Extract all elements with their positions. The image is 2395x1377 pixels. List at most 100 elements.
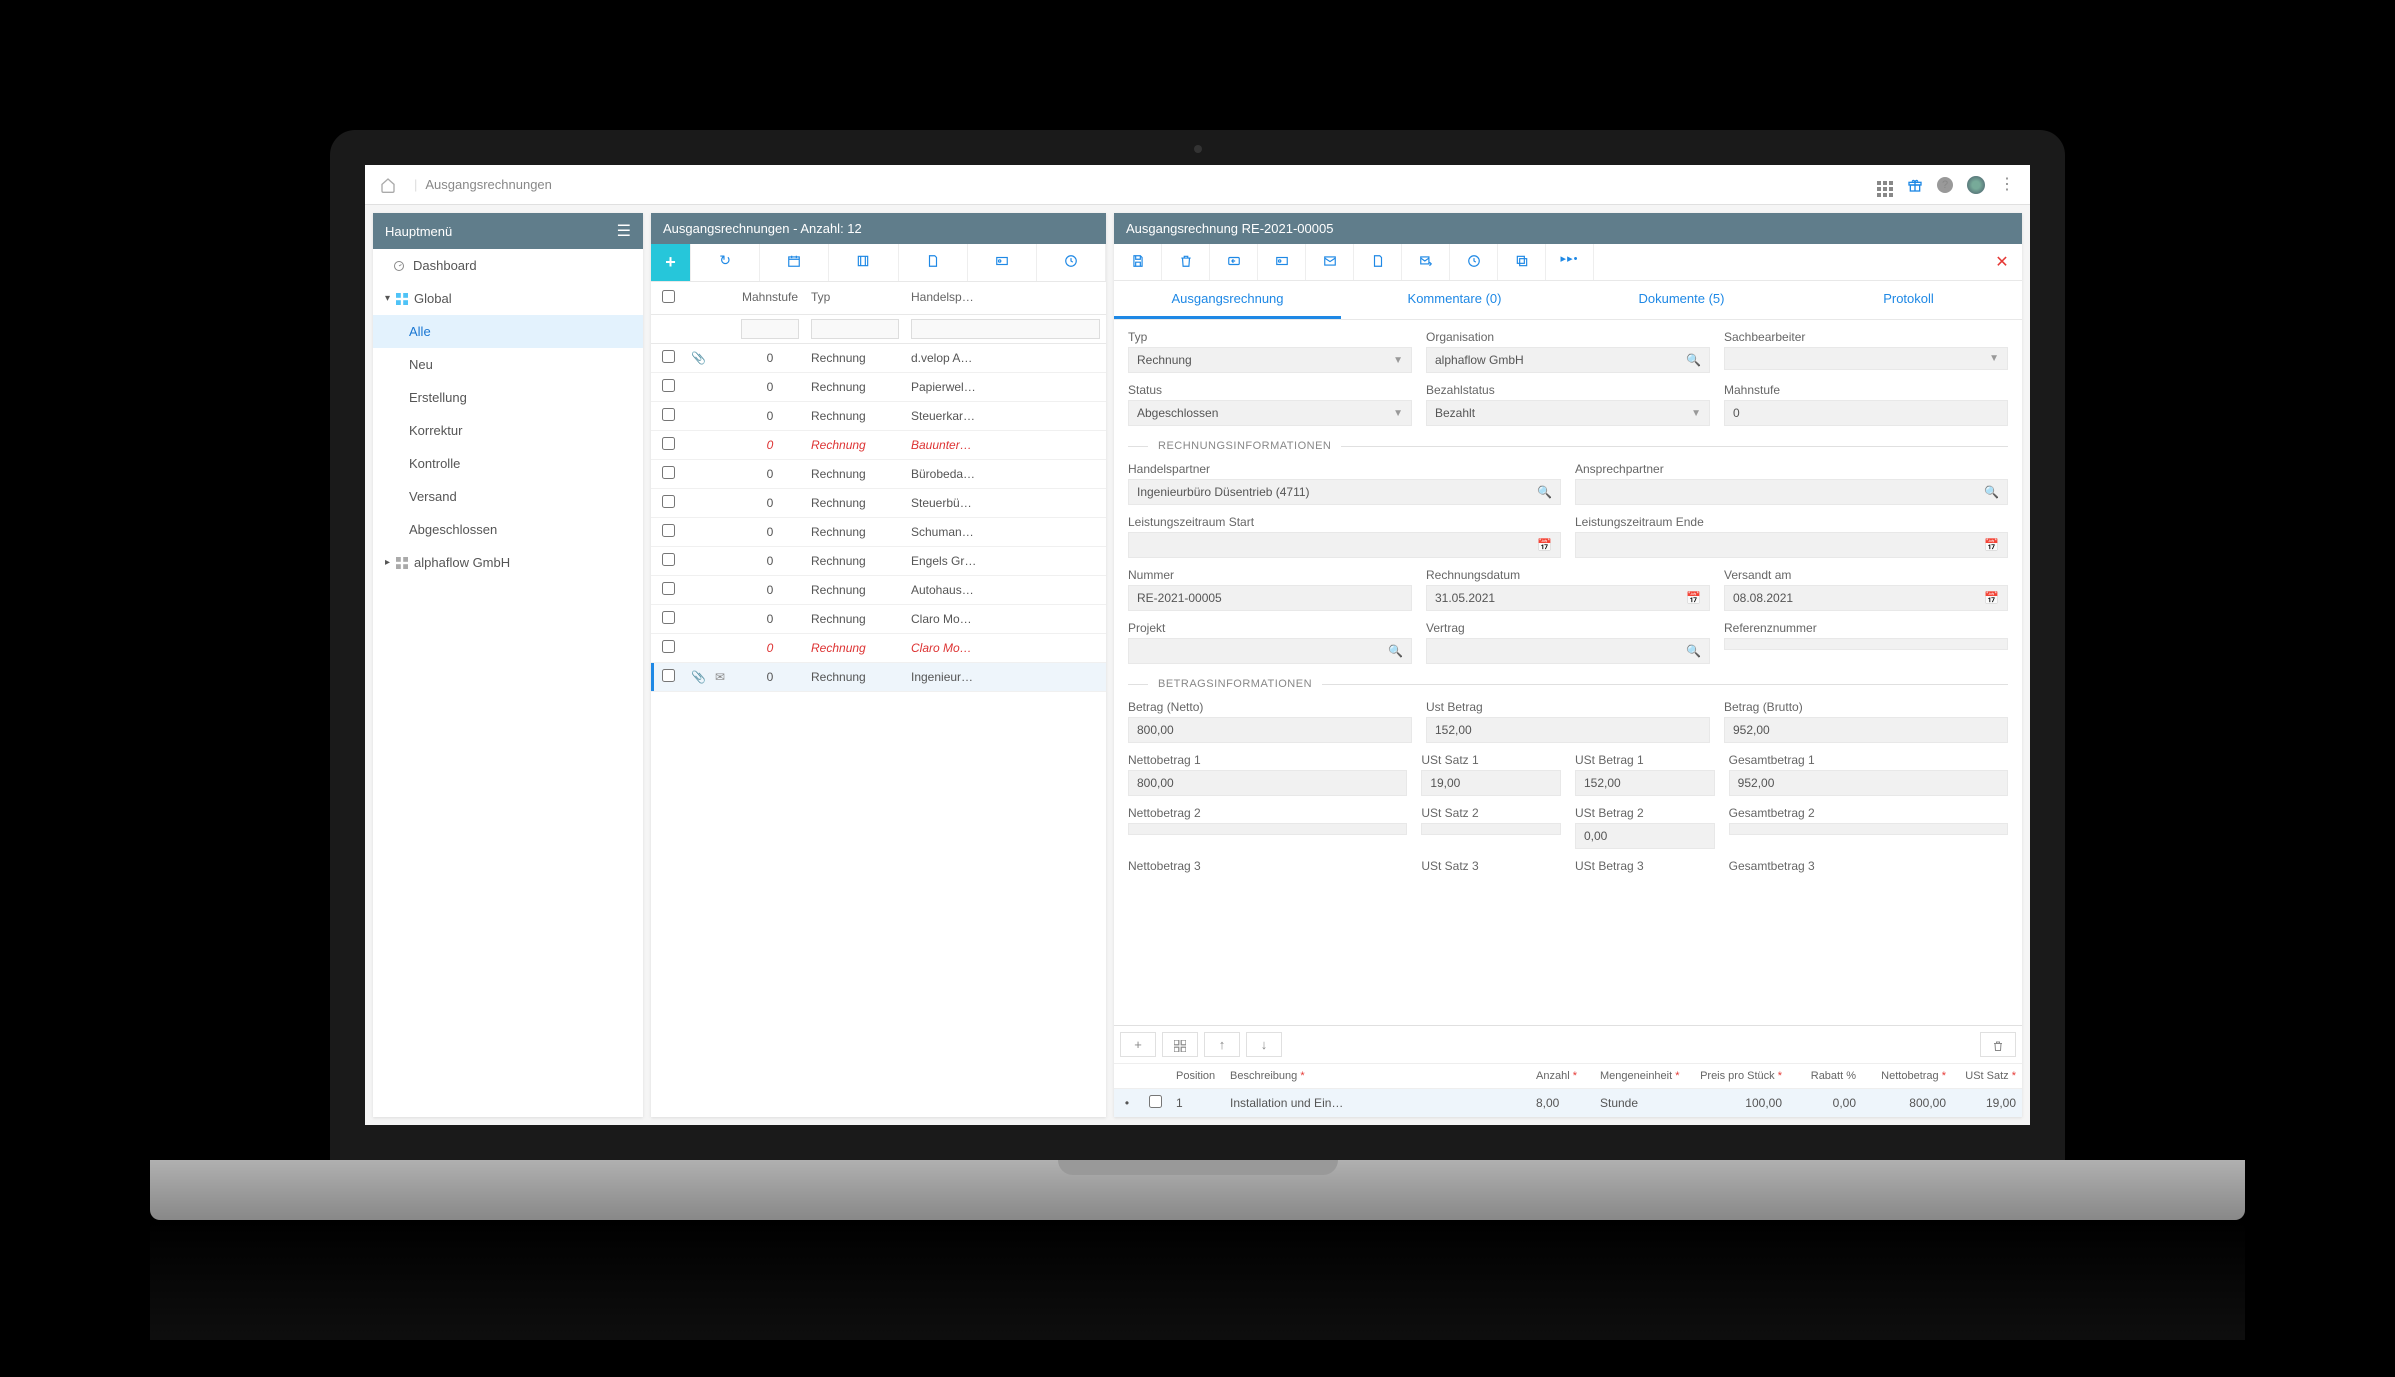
status-select[interactable]: Abgeschlossen▼ bbox=[1128, 400, 1412, 426]
ust-betrag-field[interactable]: 152,00 bbox=[1426, 717, 1710, 743]
col-mahnstufe[interactable]: Mahnstufe bbox=[735, 282, 805, 314]
avatar[interactable] bbox=[1967, 176, 1985, 194]
tab-main[interactable]: Ausgangsrechnung bbox=[1114, 281, 1341, 319]
referenz-field[interactable] bbox=[1724, 638, 2008, 650]
row-checkbox[interactable] bbox=[662, 379, 675, 392]
menu-icon[interactable]: ☰ bbox=[617, 221, 631, 241]
tab-protocol[interactable]: Protokoll bbox=[1795, 281, 2022, 319]
col-typ[interactable]: Typ bbox=[805, 282, 905, 314]
card-button[interactable] bbox=[968, 244, 1037, 281]
row-checkbox[interactable] bbox=[662, 553, 675, 566]
row-checkbox[interactable] bbox=[662, 350, 675, 363]
pos-down-button[interactable]: ↓ bbox=[1246, 1032, 1282, 1057]
nummer-field[interactable]: RE-2021-00005 bbox=[1128, 585, 1412, 611]
filter-handelspartner[interactable] bbox=[911, 319, 1100, 339]
list-row[interactable]: 📎✉0RechnungIngenieur… bbox=[651, 663, 1106, 692]
row-checkbox[interactable] bbox=[662, 582, 675, 595]
versandt-date[interactable]: 08.08.2021📅 bbox=[1724, 585, 2008, 611]
clock-button[interactable] bbox=[1037, 244, 1106, 281]
sidebar-item-korrektur[interactable]: Korrektur bbox=[373, 414, 643, 447]
sidebar-item-alle[interactable]: Alle bbox=[373, 315, 643, 348]
calendar-button[interactable] bbox=[760, 244, 829, 281]
list-row[interactable]: 0RechnungBauunter… bbox=[651, 431, 1106, 460]
org-lookup[interactable]: alphaflow GmbH🔍 bbox=[1426, 347, 1710, 373]
col-handelspartner[interactable]: Handelsp… bbox=[905, 282, 1106, 314]
ustbetrag1-field[interactable]: 152,00 bbox=[1575, 770, 1715, 796]
rechnungsdatum-date[interactable]: 31.05.2021📅 bbox=[1426, 585, 1710, 611]
list-row[interactable]: 📎0Rechnungd.velop A… bbox=[651, 344, 1106, 373]
row-checkbox[interactable] bbox=[662, 640, 675, 653]
row-checkbox[interactable] bbox=[662, 408, 675, 421]
row-checkbox[interactable] bbox=[662, 495, 675, 508]
nav-global[interactable]: ▾Global bbox=[373, 282, 643, 315]
nettobetrag2-field[interactable] bbox=[1128, 823, 1407, 835]
sachbearbeiter-select[interactable]: ▼ bbox=[1724, 347, 2008, 370]
refresh-button[interactable]: ↻ bbox=[691, 244, 760, 281]
betrag-brutto-field[interactable]: 952,00 bbox=[1724, 717, 2008, 743]
sidebar-item-kontrolle[interactable]: Kontrolle bbox=[373, 447, 643, 480]
filter-mahnstufe[interactable] bbox=[741, 319, 799, 339]
pos-delete-button[interactable] bbox=[1980, 1032, 2016, 1057]
breadcrumb[interactable]: Ausgangsrechnungen bbox=[425, 177, 552, 192]
gesamtbetrag2-field[interactable] bbox=[1729, 823, 2008, 835]
tab-docs[interactable]: Dokumente (5) bbox=[1568, 281, 1795, 319]
copy-button[interactable] bbox=[1498, 244, 1546, 280]
card2-button[interactable] bbox=[1258, 244, 1306, 280]
clock2-button[interactable] bbox=[1450, 244, 1498, 280]
row-checkbox[interactable] bbox=[662, 611, 675, 624]
export-button[interactable] bbox=[829, 244, 898, 281]
sidebar-item-erstellung[interactable]: Erstellung bbox=[373, 381, 643, 414]
nav-org[interactable]: ▸alphaflow GmbH bbox=[373, 546, 643, 579]
doc-button[interactable] bbox=[1354, 244, 1402, 280]
bezahlstatus-select[interactable]: Bezahlt▼ bbox=[1426, 400, 1710, 426]
filter-typ[interactable] bbox=[811, 319, 899, 339]
lzende-date[interactable]: 📅 bbox=[1575, 532, 2008, 558]
sidebar-item-abgeschlossen[interactable]: Abgeschlossen bbox=[373, 513, 643, 546]
list-row[interactable]: 0RechnungSchuman… bbox=[651, 518, 1106, 547]
vertrag-lookup[interactable]: 🔍 bbox=[1426, 638, 1710, 664]
ustsatz2-field[interactable] bbox=[1421, 823, 1561, 835]
list-row[interactable]: 0RechnungEngels Gr… bbox=[651, 547, 1106, 576]
position-row[interactable]: •1Installation und Ein…8,00Stunde100,000… bbox=[1114, 1089, 2022, 1117]
tab-comments[interactable]: Kommentare (0) bbox=[1341, 281, 1568, 319]
help-icon[interactable]: ? bbox=[1937, 177, 1953, 193]
sidebar-item-neu[interactable]: Neu bbox=[373, 348, 643, 381]
workflow-button[interactable]: ▸▸• bbox=[1546, 244, 1594, 280]
apps-icon[interactable] bbox=[1877, 173, 1893, 197]
pos-add-button[interactable]: + bbox=[1120, 1032, 1156, 1057]
list-row[interactable]: 0RechnungSteuerbü… bbox=[651, 489, 1106, 518]
list-row[interactable]: 0RechnungAutohaus… bbox=[651, 576, 1106, 605]
home-icon[interactable] bbox=[380, 176, 396, 193]
list-row[interactable]: 0RechnungPapierwel… bbox=[651, 373, 1106, 402]
save-button[interactable] bbox=[1114, 244, 1162, 280]
projekt-lookup[interactable]: 🔍 bbox=[1128, 638, 1412, 664]
add-button[interactable]: + bbox=[651, 244, 691, 281]
sidebar-item-versand[interactable]: Versand bbox=[373, 480, 643, 513]
more-icon[interactable]: ⋮ bbox=[1999, 177, 2015, 193]
mailout-button[interactable] bbox=[1402, 244, 1450, 280]
list-row[interactable]: 0RechnungSteuerkar… bbox=[651, 402, 1106, 431]
list-row[interactable]: 0RechnungBürobeda… bbox=[651, 460, 1106, 489]
back-button[interactable] bbox=[1210, 244, 1258, 280]
pos-checkbox[interactable] bbox=[1149, 1095, 1162, 1108]
delete-button[interactable] bbox=[1162, 244, 1210, 280]
document-button[interactable] bbox=[899, 244, 968, 281]
mail-button[interactable] bbox=[1306, 244, 1354, 280]
gift-icon[interactable] bbox=[1907, 176, 1923, 193]
gesamtbetrag1-field[interactable]: 952,00 bbox=[1729, 770, 2008, 796]
list-row[interactable]: 0RechnungClaro Mo… bbox=[651, 605, 1106, 634]
list-row[interactable]: 0RechnungClaro Mo… bbox=[651, 634, 1106, 663]
select-all-checkbox[interactable] bbox=[662, 290, 675, 303]
row-checkbox[interactable] bbox=[662, 524, 675, 537]
handelspartner-lookup[interactable]: Ingenieurbüro Düsentrieb (4711)🔍 bbox=[1128, 479, 1561, 505]
pos-up-button[interactable]: ↑ bbox=[1204, 1032, 1240, 1057]
typ-select[interactable]: Rechnung▼ bbox=[1128, 347, 1412, 373]
close-button[interactable]: ✕ bbox=[1982, 244, 2022, 280]
pos-grid-button[interactable] bbox=[1162, 1032, 1198, 1057]
row-checkbox[interactable] bbox=[662, 466, 675, 479]
nettobetrag1-field[interactable]: 800,00 bbox=[1128, 770, 1407, 796]
lzstart-date[interactable]: 📅 bbox=[1128, 532, 1561, 558]
betrag-netto-field[interactable]: 800,00 bbox=[1128, 717, 1412, 743]
row-checkbox[interactable] bbox=[662, 669, 675, 682]
ustsatz1-field[interactable]: 19,00 bbox=[1421, 770, 1561, 796]
